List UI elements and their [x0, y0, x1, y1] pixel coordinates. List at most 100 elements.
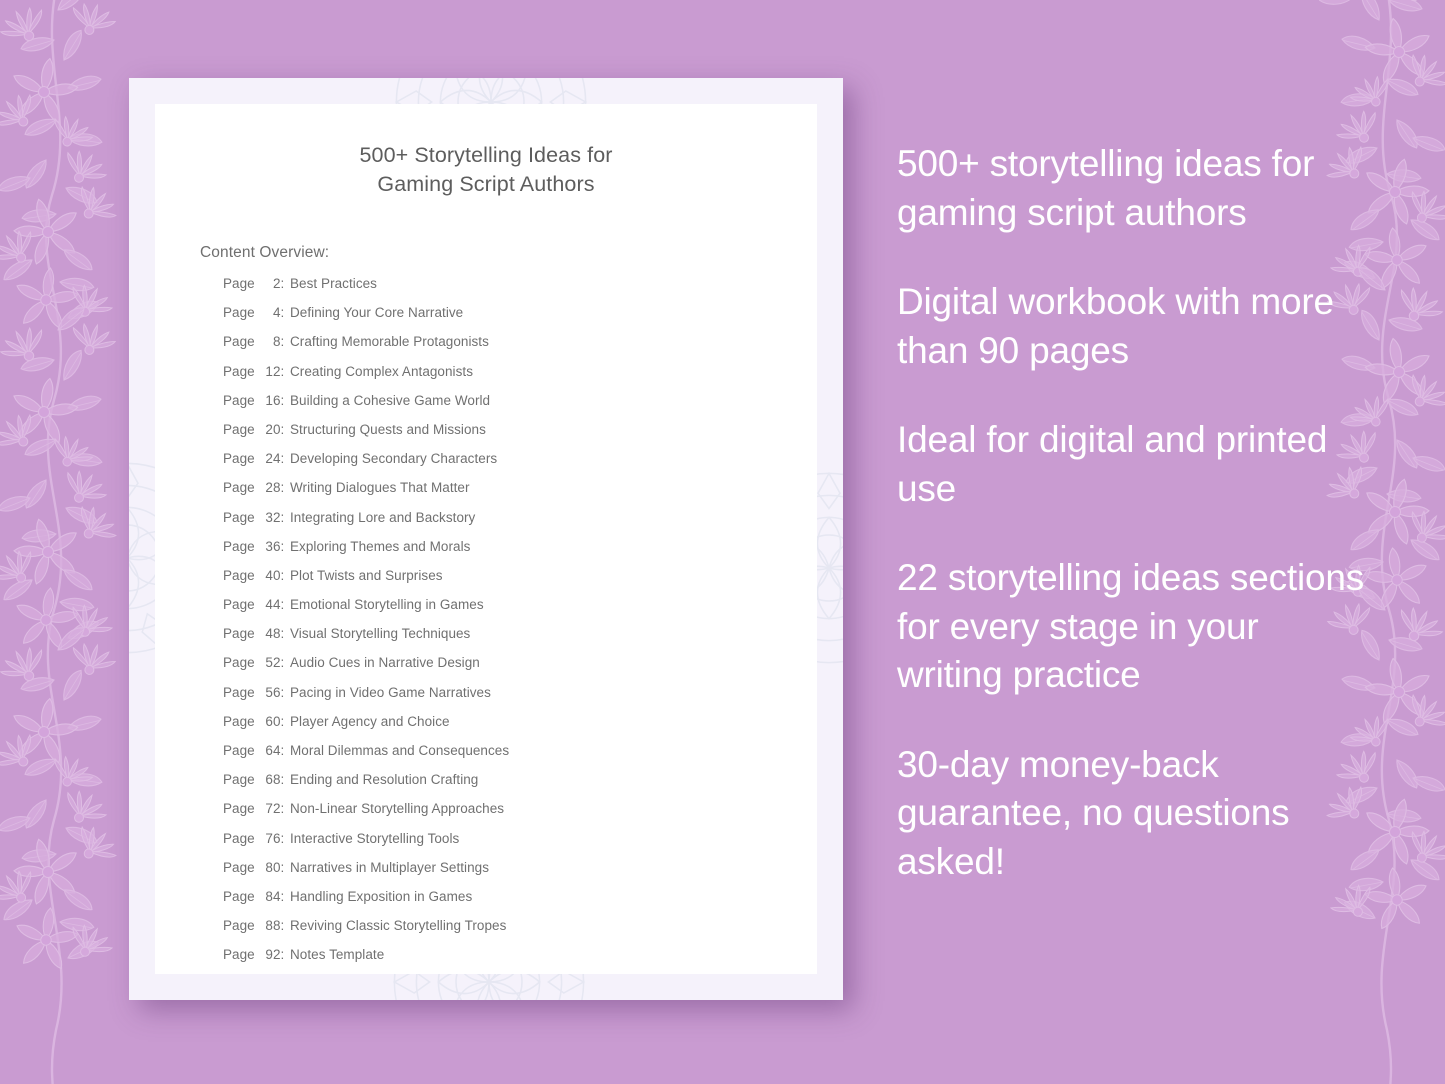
- toc-entry-page-number: 60: [265, 713, 281, 729]
- toc-entry-page: Page 8:: [223, 334, 285, 350]
- toc-entry-page: Page 40:: [223, 567, 285, 583]
- toc-entry-page: Page 76:: [223, 830, 285, 846]
- toc-entry-title: Integrating Lore and Backstory: [290, 509, 476, 525]
- page-title-line-1: 500+ Storytelling Ideas for: [359, 143, 613, 167]
- toc-entry-page: Page 64:: [223, 743, 285, 758]
- toc-entry-page-number: 28: [265, 480, 281, 496]
- toc-entry-title: Creating Complex Antagonists: [290, 363, 473, 379]
- toc-entry-page: Page 36:: [223, 538, 285, 554]
- toc-entry-page-number: 80: [265, 859, 281, 875]
- toc-entry-title: Structuring Quests and Missions: [290, 421, 486, 437]
- toc-entry: Page 76: Interactive Storytelling Tools: [223, 831, 817, 860]
- toc-entry-title: Non-Linear Storytelling Approaches: [290, 801, 505, 817]
- toc-entry-page: Page 32:: [223, 509, 285, 525]
- toc-entry-page: Page 48:: [223, 626, 285, 642]
- toc-entry-page-number: 20: [265, 421, 281, 437]
- toc-entry: Page 20: Structuring Quests and Missions: [223, 422, 817, 451]
- toc-entry: Page 36: Exploring Themes and Morals: [223, 539, 817, 568]
- toc-entry-page-number: 48: [265, 626, 281, 642]
- toc-entry-page-number: 8: [272, 334, 281, 350]
- toc-entry-page: Page 92:: [223, 947, 285, 963]
- toc-entry-page-number: 12: [265, 363, 281, 379]
- toc-entry: Page 88: Reviving Classic Storytelling Tr…: [223, 918, 817, 947]
- toc-entry-page: Page 2:: [223, 276, 285, 291]
- toc-entry-page-number: 24: [265, 451, 281, 467]
- toc-entry-title: Best Practices: [290, 276, 377, 291]
- toc-entry-page: Page 84:: [223, 888, 285, 904]
- toc-entry: Page 8: Crafting Memorable Protagonists: [223, 334, 817, 363]
- toc-entry-title: Audio Cues in Narrative Design: [290, 655, 480, 671]
- toc-entry-page: Page 12:: [223, 363, 285, 379]
- toc-entry: Page 44: Emotional Storytelling in Games: [223, 597, 817, 626]
- toc-entry: Page 60: Player Agency and Choice: [223, 714, 817, 743]
- floral-vine-border-left: [0, 0, 124, 1084]
- toc-entry-page: Page 72:: [223, 801, 285, 817]
- toc-entry-page: Page 28:: [223, 480, 285, 496]
- toc-entry-page-number: 76: [265, 830, 281, 846]
- toc-entry: Page 2: Best Practices: [223, 276, 817, 305]
- toc-entry: Page 52: Audio Cues in Narrative Design: [223, 655, 817, 684]
- toc-entry-title: Writing Dialogues That Matter: [290, 480, 470, 496]
- toc-entry-page-number: 56: [265, 684, 281, 700]
- toc-entry-page-number: 52: [265, 655, 281, 671]
- toc-entry-page: Page 56:: [223, 684, 285, 700]
- toc-entry-page: Page 20:: [223, 421, 285, 437]
- content-overview-label: Content Overview:: [200, 244, 330, 261]
- toc-entry-title: Exploring Themes and Morals: [290, 538, 471, 554]
- toc-entry: Page 16: Building a Cohesive Game World: [223, 393, 817, 422]
- toc-entry: Page 4: Defining Your Core Narrative: [223, 305, 817, 334]
- toc-entry-page: Page 16:: [223, 392, 285, 408]
- promo-bullet: 22 storytelling ideas sections for every…: [897, 557, 1365, 695]
- workbook-preview-card: 500+ Storytelling Ideas for Gaming Scrip…: [129, 78, 843, 1000]
- toc-entry-page-number: 92: [265, 947, 281, 963]
- toc-entry-title: Building a Cohesive Game World: [290, 392, 491, 408]
- toc-entry: Page 92: Notes Template: [223, 947, 817, 976]
- toc-entry-page-number: 84: [265, 888, 281, 904]
- toc-entry-title: Visual Storytelling Techniques: [290, 626, 471, 642]
- toc-entry-title: Emotional Storytelling in Games: [290, 597, 484, 613]
- toc-entry: Page 32: Integrating Lore and Backstory: [223, 510, 817, 539]
- toc-entry-title: Narratives in Multiplayer Settings: [290, 859, 490, 875]
- toc-entry: Page 12: Creating Complex Antagonists: [223, 364, 817, 393]
- toc-entry-title: Notes Template: [290, 947, 385, 963]
- toc-entry: Page 40: Plot Twists and Surprises: [223, 568, 817, 597]
- toc-entry-title: Moral Dilemmas and Consequences: [290, 743, 510, 758]
- toc-entry-page-number: 4: [272, 305, 281, 321]
- toc-entry: Page 64: Moral Dilemmas and Consequences: [223, 743, 817, 772]
- workbook-page: 500+ Storytelling Ideas for Gaming Scrip…: [155, 104, 817, 974]
- toc-entry-page-number: 32: [265, 509, 281, 525]
- toc-entry-page: Page 4:: [223, 305, 285, 321]
- toc-entry: Page 28: Writing Dialogues That Matter: [223, 480, 817, 509]
- toc-entry-page-number: 44: [265, 597, 281, 613]
- toc-entry-page: Page 80:: [223, 859, 285, 875]
- toc-entry-page-number: 40: [265, 567, 281, 583]
- toc-entry-page: Page 52:: [223, 655, 285, 671]
- toc-entry-title: Handling Exposition in Games: [290, 888, 473, 904]
- promo-bullet: 500+ storytelling ideas for gaming scrip…: [897, 143, 1315, 233]
- promo-bullet: Ideal for digital and printed use: [897, 419, 1328, 509]
- toc-entry-page: Page 60:: [223, 713, 285, 729]
- toc-entry-page-number: 2: [272, 276, 281, 291]
- toc-entry-title: Crafting Memorable Protagonists: [290, 334, 489, 350]
- toc-entry-page: Page 24:: [223, 451, 285, 467]
- toc-entry: Page 80: Narratives in Multiplayer Settin…: [223, 860, 817, 889]
- toc-entry-title: Player Agency and Choice: [290, 713, 450, 729]
- toc-entry: Page 68: Ending and Resolution Crafting: [223, 772, 817, 801]
- toc-entry: Page 56: Pacing in Video Game Narratives: [223, 685, 817, 714]
- page-title-line-2: Gaming Script Authors: [377, 172, 595, 196]
- toc-entry-page: Page 44:: [223, 597, 285, 613]
- toc-entry-page-number: 36: [265, 538, 281, 554]
- toc-entry-page: Page 88:: [223, 918, 285, 934]
- toc-entry: Page 84: Handling Exposition in Games: [223, 889, 817, 918]
- toc-entry-title: Ending and Resolution Crafting: [290, 772, 479, 788]
- toc-entry-page-number: 64: [265, 743, 281, 758]
- toc-entry: Page 48: Visual Storytelling Techniques: [223, 626, 817, 655]
- toc-entry-page: Page 68:: [223, 772, 285, 788]
- toc-entry-title: Interactive Storytelling Tools: [290, 830, 460, 846]
- toc-entry-page-number: 68: [265, 772, 281, 788]
- page-title: 500+ Storytelling Ideas for Gaming Scrip…: [155, 141, 817, 199]
- toc-entry: Page 72: Non-Linear Storytelling Approach…: [223, 801, 817, 830]
- toc-entry-title: Plot Twists and Surprises: [290, 567, 443, 583]
- promo-bullet: Digital workbook with more than 90 pages: [897, 281, 1334, 371]
- toc-entry-page-number: 88: [265, 918, 281, 934]
